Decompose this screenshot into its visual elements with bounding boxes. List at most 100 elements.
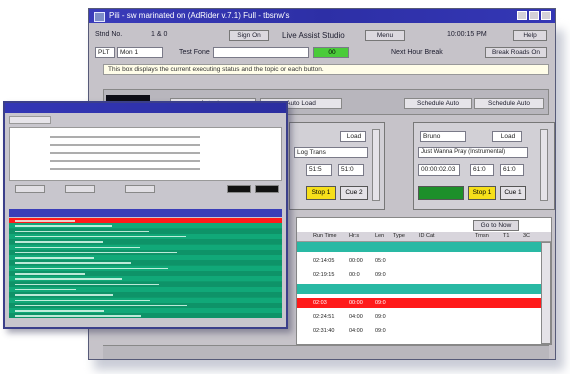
column-header[interactable]: Type — [393, 232, 405, 241]
test-fone-field[interactable] — [213, 47, 309, 58]
grid-row[interactable] — [9, 228, 282, 234]
schedule-auto-button-2[interactable]: Schedule Auto — [474, 98, 544, 109]
secondary-button-1[interactable] — [15, 185, 45, 193]
deck-left-scrollbar[interactable] — [372, 129, 380, 201]
help-button[interactable]: Help — [513, 30, 547, 41]
secondary-dark-button-2[interactable] — [255, 185, 279, 193]
grid-row-text — [15, 315, 141, 317]
secondary-button-3[interactable] — [125, 185, 155, 193]
grid-row[interactable] — [9, 292, 282, 298]
column-header[interactable]: Len — [375, 232, 384, 241]
grid-row-text — [15, 278, 122, 280]
table-cell: 00:0 — [349, 272, 360, 278]
window-controls — [517, 11, 551, 20]
deck-right-scrollbar[interactable] — [540, 129, 548, 201]
secondary-tab[interactable] — [9, 116, 51, 124]
table-cell: 09:0 — [375, 300, 386, 306]
grid-row-text — [15, 246, 140, 248]
secondary-window — [3, 101, 288, 329]
column-header[interactable]: Trnsn — [475, 232, 489, 241]
table-cell: 02:03 — [313, 300, 327, 306]
grid-row-text — [15, 235, 186, 238]
secondary-log-panel — [9, 127, 282, 181]
sign-on-button[interactable]: Sign On — [229, 30, 269, 41]
grid-row[interactable] — [9, 244, 282, 250]
column-header[interactable]: Run Time — [313, 232, 337, 241]
grid-row[interactable] — [9, 260, 282, 266]
main-title-bar[interactable]: Pili - sw marinated on (AdRider v.7.1) F… — [89, 9, 555, 23]
grid-row[interactable] — [9, 239, 282, 245]
table-cell: 09:0 — [375, 328, 386, 334]
grid-row[interactable] — [9, 223, 282, 229]
deck-left-stop-button[interactable]: Stop 1 — [306, 186, 336, 200]
deck-right-level-bar — [418, 186, 464, 200]
grid-row[interactable] — [9, 233, 282, 239]
deck-right-time0: 00:00:02.03 — [418, 164, 460, 176]
secondary-grid-header — [9, 209, 282, 217]
studio-label: Live Assist Studio — [282, 31, 345, 40]
table-cell: 05:0 — [375, 258, 386, 264]
deck-right-time2: 61:0 — [500, 164, 524, 176]
grid-row-text — [15, 230, 149, 233]
close-icon[interactable] — [541, 11, 551, 20]
station-label: Stnd No. — [95, 31, 123, 38]
grid-row[interactable] — [9, 302, 282, 308]
column-header[interactable]: ID Cat — [419, 232, 435, 241]
deck-right-load-button[interactable]: Load — [492, 131, 522, 142]
grid-row[interactable] — [9, 218, 282, 223]
deck-left: Load Log Trans 51:5 51:0 Stop 1 Cue 2 — [289, 122, 385, 210]
table-row[interactable]: 02:31:40 04:00 09:0 — [297, 326, 551, 336]
grid-row[interactable] — [9, 255, 282, 261]
grid-row-text — [15, 304, 187, 307]
break-roads-button[interactable]: Break Roads On — [485, 47, 547, 58]
grid-row-text — [15, 262, 131, 264]
status-label: Next Hour Break — [391, 49, 443, 56]
grid-row[interactable] — [9, 249, 282, 255]
maximize-icon[interactable] — [529, 11, 539, 20]
deck-left-cue-button[interactable]: Cue 2 — [340, 186, 368, 200]
status-value: 00 — [313, 47, 349, 58]
go-to-now-button[interactable]: Go to Now — [473, 220, 519, 231]
grid-row[interactable] — [9, 276, 282, 282]
grid-row-text — [15, 257, 94, 259]
playlist-table: Go to Now Run Time Hr:s Len Type ID Cat … — [296, 217, 552, 345]
table-row[interactable] — [297, 242, 551, 252]
table-row[interactable]: 02:24:51 04:00 09:0 — [297, 312, 551, 322]
clock-value: 10:00:15 PM — [447, 31, 487, 38]
main-window-title: Pili - sw marinated on (AdRider v.7.1) F… — [109, 11, 290, 20]
deck-left-load-button[interactable]: Load — [340, 131, 366, 142]
column-header[interactable]: 3C — [523, 232, 530, 241]
grid-row[interactable] — [9, 286, 282, 292]
table-row[interactable]: 02:03 00:00 09:0 — [297, 298, 551, 308]
grid-row[interactable] — [9, 271, 282, 276]
secondary-grid — [9, 218, 282, 318]
grid-row[interactable] — [9, 308, 282, 314]
table-scrollbar[interactable] — [541, 242, 551, 344]
deck-right-name: Just Wanna Pray (Instrumental) — [418, 147, 528, 158]
grid-row[interactable] — [9, 265, 282, 271]
menu-button[interactable]: Menu — [365, 30, 405, 41]
grid-row[interactable] — [9, 297, 282, 303]
minimize-icon[interactable] — [517, 11, 527, 20]
bottom-status-bar — [103, 345, 549, 359]
table-cell: 04:00 — [349, 314, 363, 320]
mode-select[interactable]: Mon 1 — [117, 47, 163, 58]
table-cell: 02:24:51 — [313, 314, 335, 320]
deck-right-cue-button[interactable]: Cue 1 — [500, 186, 526, 200]
schedule-auto-button[interactable]: Schedule Auto — [404, 98, 472, 109]
table-row[interactable]: 02:14:05 00:00 05:0 — [297, 256, 551, 266]
grid-row[interactable] — [9, 313, 282, 318]
secondary-title-bar[interactable] — [5, 103, 286, 113]
table-cell: 02:14:05 — [313, 258, 335, 264]
table-row[interactable]: 02:19:15 00:0 09:0 — [297, 270, 551, 280]
column-header[interactable]: Hr:s — [349, 232, 359, 241]
grid-row[interactable] — [9, 281, 282, 287]
deck-right-title: Bruno — [420, 131, 466, 142]
deck-right-stop-button[interactable]: Stop 1 — [468, 186, 496, 200]
grid-row-text — [15, 288, 76, 291]
secondary-button-2[interactable] — [65, 185, 95, 193]
secondary-dark-button-1[interactable] — [227, 185, 251, 193]
status-message-bar: This box displays the current executing … — [103, 64, 549, 75]
column-header[interactable]: T1 — [503, 232, 509, 241]
table-row[interactable] — [297, 284, 551, 294]
